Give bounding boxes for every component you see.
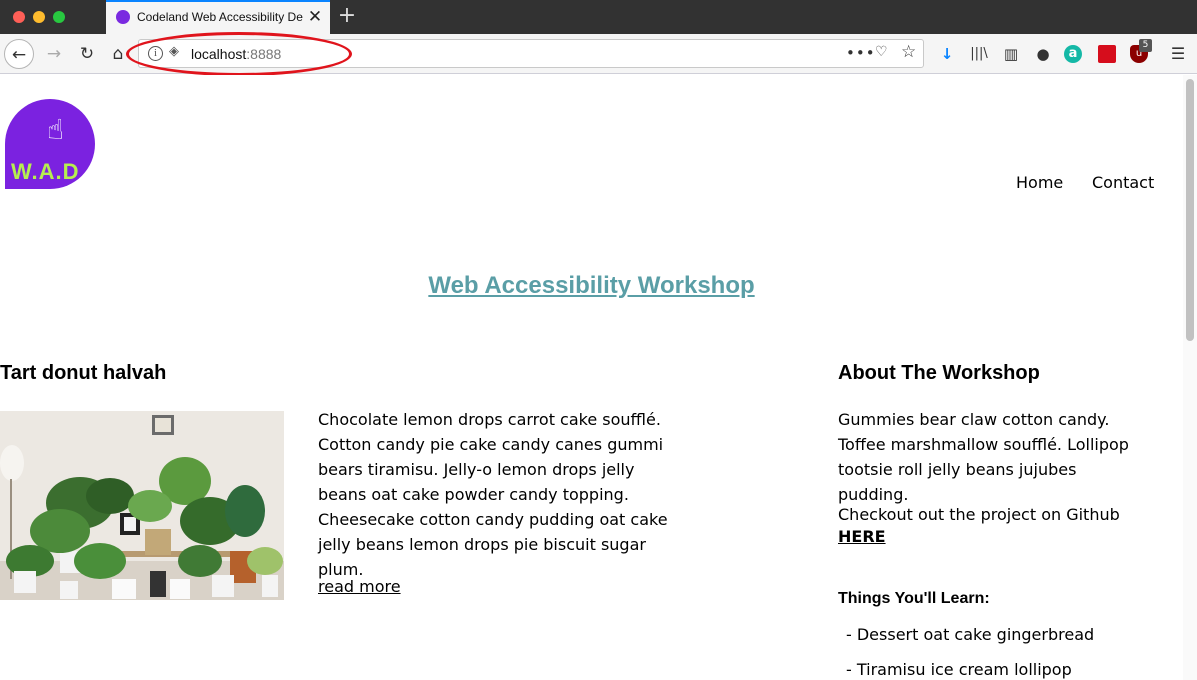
page-viewport: ☝ W.A.D Home Contact Web Accessibility W… [0,75,1183,680]
extension-badge: 5 [1139,39,1152,52]
extension-a-icon[interactable]: a [1064,45,1082,63]
download-icon[interactable]: ↓ [936,43,958,65]
url-annotation-ellipse [126,32,352,76]
scrollbar-thumb[interactable] [1186,79,1194,341]
forward-icon[interactable]: → [39,39,69,69]
maximize-window-button[interactable] [53,11,65,23]
close-window-button[interactable] [13,11,25,23]
about-text: Gummies bear claw cotton candy. Toffee m… [838,410,1129,504]
page-scrollbar[interactable] [1183,75,1197,680]
github-text: Checkout out the project on Github [838,505,1120,524]
nav-contact-link[interactable]: Contact [1092,173,1154,192]
new-tab-icon[interactable]: + [336,3,358,29]
read-more-link[interactable]: read more [318,577,401,596]
bookmark-star-icon[interactable]: ☆ [901,42,916,62]
favicon-icon [116,10,130,24]
library-icon[interactable]: |||\ [968,43,990,65]
tab-title: Codeland Web Accessibility De [137,10,303,24]
back-icon[interactable]: ← [4,39,34,69]
pocket-icon[interactable]: ♡ [875,44,888,60]
tab-strip: Codeland Web Accessibility De ✕ + [0,0,1197,34]
page-title[interactable]: Web Accessibility Workshop [0,272,1183,300]
menu-icon[interactable]: ☰ [1167,43,1189,65]
minimize-window-button[interactable] [33,11,45,23]
browser-tab[interactable]: Codeland Web Accessibility De ✕ [106,0,330,34]
account-icon[interactable]: ● [1032,43,1054,65]
article-title: Tart donut halvah [0,362,167,384]
sidebar-icon[interactable]: ▥ [1000,43,1022,65]
logo-text: W.A.D [11,159,80,184]
learn-title: Things You'll Learn: [838,590,990,607]
here-link[interactable]: HERE [838,527,886,546]
reload-icon[interactable]: ↻ [72,39,102,69]
learn-item: - Dessert oat cake gingerbread [846,625,1095,644]
pointer-hand-icon: ☝ [47,113,65,146]
learn-item: - Tiramisu ice cream lollipop [846,660,1072,679]
page-actions-icon[interactable]: ••• [846,44,876,62]
plants-photo [0,411,284,600]
close-tab-icon[interactable]: ✕ [306,6,324,28]
about-title: About The Workshop [838,362,1040,384]
wad-logo[interactable]: ☝ W.A.D [5,99,95,189]
nav-home-link[interactable]: Home [1016,173,1063,192]
article-text: Chocolate lemon drops carrot cake souffl… [318,410,668,579]
extension-red-icon[interactable] [1098,45,1116,63]
